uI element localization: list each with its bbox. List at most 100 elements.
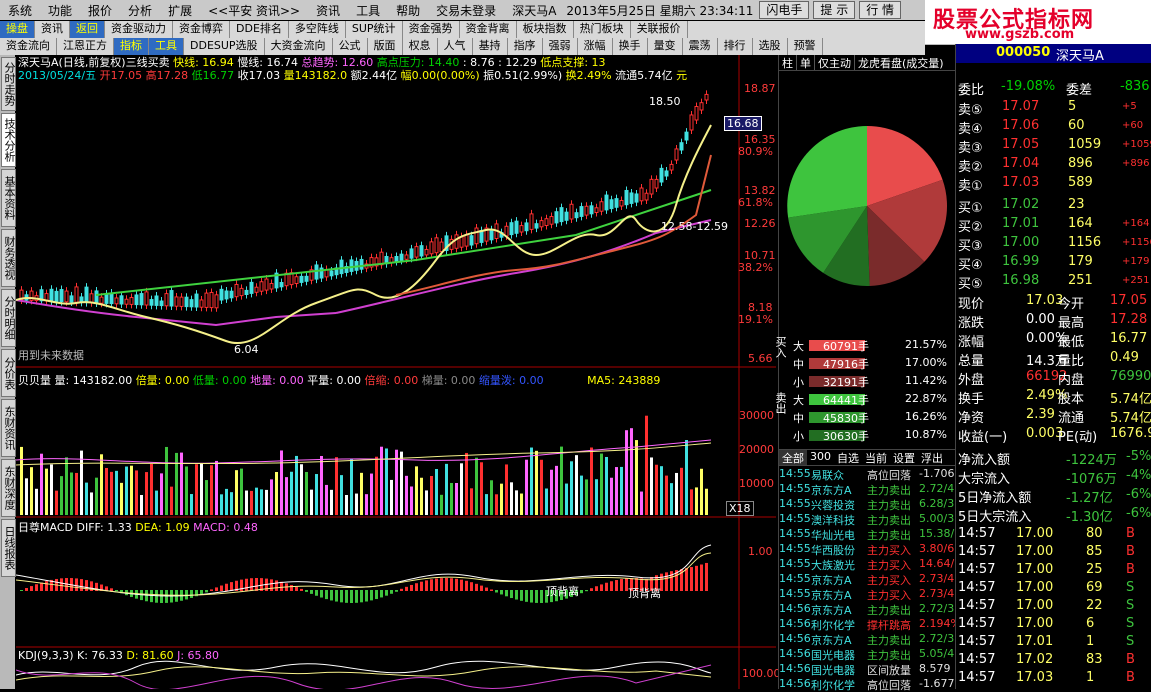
panel-tab-active[interactable]: 仅主动 [815, 55, 855, 70]
tool2-gain[interactable]: 涨幅 [578, 38, 613, 55]
vtab-tech[interactable]: 技术分析 [1, 113, 16, 167]
ticker-tab-watch[interactable]: 自选 [834, 450, 862, 465]
vtab-depth[interactable]: 东财深度 [1, 459, 16, 517]
ticker-tab-300[interactable]: 300 [807, 450, 834, 465]
menu-quote[interactable]: 报价 [80, 2, 120, 19]
ticker-row[interactable]: 14:56 京东方A 主力卖出 2.72/3 [779, 632, 956, 647]
tool2-turnover[interactable]: 换手 [613, 38, 648, 55]
ticker-row[interactable]: 14:55 京东方A 主力买入 2.73/4 [779, 572, 956, 587]
tool-fund-strong[interactable]: 资金强势 [403, 21, 460, 38]
menu-function[interactable]: 功能 [40, 2, 80, 19]
ticker-row[interactable]: 14:56 京东方A 主力卖出 2.72/3 [779, 602, 956, 617]
tool2-ddesup[interactable]: DDESUP选股 [184, 38, 265, 55]
tool2-fund-flow[interactable]: 资金流向 [0, 38, 57, 55]
macd-bar [400, 588, 403, 591]
candle [434, 237, 439, 254]
tool2-layout[interactable]: 版面 [368, 38, 403, 55]
ticker-row[interactable]: 14:56 国光电器 主力卖出 5.05/4 [779, 647, 956, 662]
tool2-popularity[interactable]: 人气 [438, 38, 473, 55]
volume-bar [580, 475, 583, 515]
tool2-oscillate[interactable]: 震荡 [683, 38, 718, 55]
tick-v: 69 [1086, 580, 1103, 595]
macd-bar [335, 590, 338, 602]
ticker-row[interactable]: 14:55 易联众 高位回落 -1.706 [779, 467, 956, 482]
menu-system[interactable]: 系统 [0, 2, 40, 19]
ticker-row[interactable]: 14:56 利尔化学 高位回落 -1.677 [779, 677, 956, 692]
menu-help[interactable]: 帮助 [388, 2, 428, 19]
chart-area[interactable]: 深天马A(日线,前复权)三线买卖 快线: 16.94 慢线: 16.74 总趋势… [16, 55, 781, 689]
tool2-alert[interactable]: 预警 [788, 38, 823, 55]
menu-trade[interactable]: 交易未登录 [428, 2, 504, 19]
tool2-big-flow[interactable]: 大资金流向 [265, 38, 333, 55]
ticker-tab-current[interactable]: 当前 [862, 450, 890, 465]
tick-t: 14:57 [958, 598, 996, 613]
tool-related-quote[interactable]: 关联报价 [631, 21, 688, 38]
ticker-tab-float[interactable]: 浮出 [918, 450, 946, 465]
tool2-rights[interactable]: 权息 [403, 38, 438, 55]
tool-hot-sector[interactable]: 热门板块 [574, 21, 631, 38]
ticker-row[interactable]: 14:55 华灿光电 主力卖出 15.38/ [779, 527, 956, 542]
vtab-fundamental[interactable]: 基本资料 [1, 169, 16, 227]
tool-back[interactable]: 返回 [70, 21, 105, 38]
tool-fund-diverge[interactable]: 资金背离 [460, 21, 517, 38]
tool-zixun[interactable]: 资讯 [35, 21, 70, 38]
volume-bar [390, 479, 393, 515]
ticker-tab-all[interactable]: 全部 [779, 450, 807, 465]
macd-bar [480, 585, 483, 591]
menu-tools[interactable]: 工具 [348, 2, 388, 19]
tool2-volchange[interactable]: 量变 [648, 38, 683, 55]
tool2-strength[interactable]: 强弱 [543, 38, 578, 55]
tool2-tools[interactable]: 工具 [149, 38, 184, 55]
candle [54, 290, 59, 302]
ticker-row[interactable]: 14:55 京东方A 主力卖出 2.72/4 [779, 482, 956, 497]
kdj-k: K: 76.33 [77, 649, 123, 662]
ticker-row[interactable]: 14:56利尔化学撑杆跳高 2.194% [779, 617, 956, 632]
ticker-row[interactable]: 14:55 兴蓉投资 主力卖出 6.28/3 [779, 497, 956, 512]
tool2-rank[interactable]: 排行 [718, 38, 753, 55]
menu-extend[interactable]: 扩展 [160, 2, 200, 19]
tool-long-short[interactable]: 多空阵线 [289, 21, 346, 38]
volume-header: 贝贝量 量: 143182.00 倍量: 0.00 低量: 0.00 地量: 0… [18, 372, 660, 388]
ticker-n: 国光电器 [811, 664, 855, 677]
vtab-timeshare[interactable]: 分时走势 [1, 57, 16, 111]
menu-pingan[interactable]: <<平安 资讯>> [200, 2, 308, 19]
tool-fund-drive[interactable]: 资金驱动力 [105, 21, 173, 38]
buy-level: 买⑤ 16.98 251 +251 [956, 272, 1151, 292]
vtab-price-table[interactable]: 分价表 [1, 349, 16, 397]
menu-news[interactable]: 资讯 [308, 2, 348, 19]
hint-button[interactable]: 提 示 [813, 1, 856, 19]
buy-d: +164 [1122, 218, 1150, 229]
tool-fund-game[interactable]: 资金博弈 [173, 21, 230, 38]
ticker-row[interactable]: 14:55 大族激光 主力买入 14.64/ [779, 557, 956, 572]
lightning-button[interactable]: 闪电手 [759, 1, 810, 19]
tool2-pick[interactable]: 选股 [753, 38, 788, 55]
candle [524, 222, 529, 232]
ticker-tab-settings[interactable]: 设置 [890, 450, 918, 465]
panel-tab-longhu[interactable]: 龙虎看盘(成交量) [855, 55, 947, 70]
vtab-news[interactable]: 东财资讯 [1, 399, 16, 457]
panel-tab-single[interactable]: 单 [797, 55, 815, 70]
tool2-indicator[interactable]: 指标 [114, 38, 149, 55]
tool2-order[interactable]: 指序 [508, 38, 543, 55]
vtab-detail[interactable]: 分时明细 [1, 289, 16, 347]
ticker-row[interactable]: 14:55 澳洋科技 主力卖出 5.00/3 [779, 512, 956, 527]
tool2-formula[interactable]: 公式 [333, 38, 368, 55]
tool2-jichi[interactable]: 基持 [473, 38, 508, 55]
ticker-row[interactable]: 14:55 京东方A 主力买入 2.73/4 [779, 587, 956, 602]
menu-analysis[interactable]: 分析 [120, 2, 160, 19]
ticker-row[interactable]: 14:55 华西股份 主力买入 3.80/6 [779, 542, 956, 557]
panel-tab-bar[interactable]: 柱 [779, 55, 797, 70]
quote-button[interactable]: 行 情 [859, 1, 902, 19]
volume-bar [155, 490, 158, 515]
macd-bar [370, 590, 373, 601]
vtab-finance[interactable]: 财务透视 [1, 229, 16, 287]
ticker-row[interactable]: 14:56 国光电器 区间放量 8.579 [779, 662, 956, 677]
tool-sup[interactable]: SUP统计 [346, 21, 403, 38]
tool-caopan[interactable]: 操盘 [0, 21, 35, 38]
candle [59, 289, 64, 303]
ticker-a: 主力卖出 [867, 604, 911, 617]
tool2-gann[interactable]: 江恩正方 [57, 38, 114, 55]
vtab-daily-report[interactable]: 日线报表 [1, 519, 16, 577]
tool-dde-rank[interactable]: DDE排名 [230, 21, 289, 38]
tool-sector-index[interactable]: 板块指数 [517, 21, 574, 38]
